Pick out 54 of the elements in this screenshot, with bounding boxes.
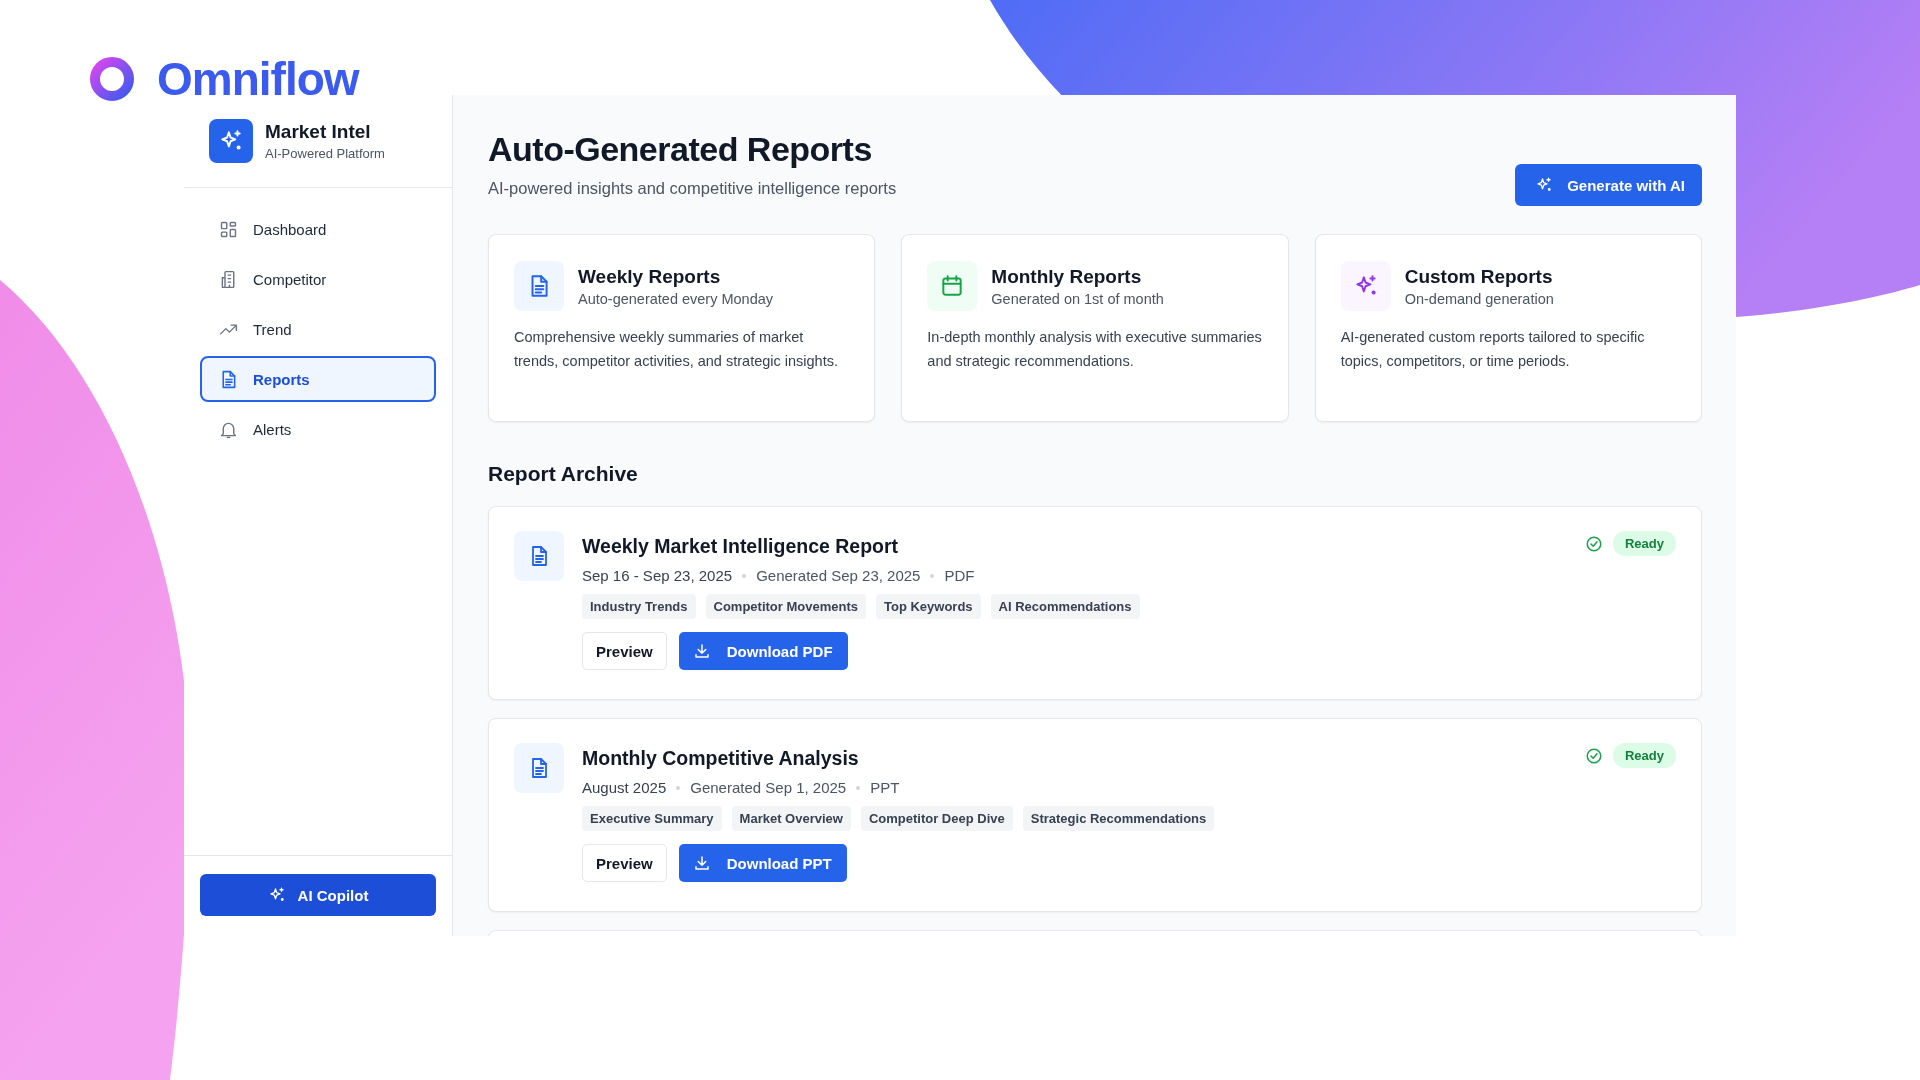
- card-description: AI-generated custom reports tailored to specific topics, competitors, or time periods.: [1340, 328, 1646, 371]
- section-title: Report Archive: [488, 462, 639, 486]
- tag: Top Keywords: [876, 594, 981, 619]
- card-subtitle: Auto-generated every Monday: [578, 290, 774, 307]
- sparkle-icon: [267, 886, 286, 904]
- card-title: Monthly Reports: [991, 265, 1143, 288]
- tag: Market Overview: [731, 806, 851, 831]
- download-button[interactable]: Download PPT: [678, 844, 847, 882]
- sparkle-icon: [1535, 176, 1554, 194]
- tag: Executive Summary: [582, 806, 722, 831]
- tag: AI Recommendations: [990, 594, 1140, 619]
- report-title: Weekly Market Intelligence Report: [582, 535, 900, 558]
- generate-button[interactable]: Generate with AI: [1515, 164, 1702, 206]
- file-format: PDF: [944, 567, 975, 584]
- page-subtitle: AI-powered insights and competitive intelligence reports: [488, 179, 897, 198]
- check-circle-icon: [1584, 534, 1603, 553]
- card-subtitle: On-demand generation: [1404, 290, 1554, 307]
- card-title: Weekly Reports: [578, 265, 722, 288]
- preview-button[interactable]: Preview: [582, 632, 667, 670]
- app-logo-icon: [209, 119, 253, 163]
- ring-logo-icon: [89, 55, 135, 102]
- report-title: Monthly Competitive Analysis: [582, 747, 860, 770]
- nav-item[interactable]: Reports: [200, 356, 436, 402]
- download-icon: [692, 642, 711, 660]
- app-title: Market Intel: [265, 121, 372, 143]
- app-subtitle: AI-Powered Platform: [265, 146, 385, 161]
- report-period: August 2025: [582, 779, 667, 796]
- preview-button[interactable]: Preview: [582, 844, 667, 882]
- file-format: PPT: [870, 779, 900, 796]
- nav-item[interactable]: Trend: [200, 306, 436, 352]
- document-icon: [514, 743, 564, 793]
- card-description: In-depth monthly analysis with executive summaries and strategic recommendations.: [927, 328, 1263, 371]
- generated-date: Generated Sep 23, 2025: [756, 567, 921, 584]
- card-title: Custom Reports: [1404, 265, 1554, 288]
- report-period: Sep 16 - Sep 23, 2025: [582, 567, 733, 584]
- status-badge: Ready: [1612, 743, 1676, 768]
- download-icon: [692, 854, 711, 872]
- tag: Industry Trends: [582, 594, 696, 619]
- generated-date: Generated Sep 1, 2025: [690, 779, 847, 796]
- ai-copilot-button[interactable]: AI Copilot: [200, 874, 436, 916]
- tag: Competitor Deep Dive: [860, 806, 1013, 831]
- card-description: Comprehensive weekly summaries of market trends, competitor activities, and strategic insights.: [514, 328, 839, 371]
- brand-name: Omniflow: [157, 51, 359, 106]
- nav-item[interactable]: Dashboard: [200, 206, 436, 252]
- nav-item[interactable]: Competitor: [200, 256, 436, 302]
- page-title: Auto-Generated Reports: [488, 130, 873, 169]
- card-subtitle: Generated on 1st of month: [991, 290, 1164, 307]
- check-circle-icon: [1584, 746, 1603, 765]
- status-badge: Ready: [1612, 531, 1676, 556]
- tag: Competitor Movements: [705, 594, 866, 619]
- nav-item[interactable]: Alerts: [200, 406, 436, 452]
- document-icon: [514, 531, 564, 581]
- download-button[interactable]: Download PDF: [678, 632, 848, 670]
- tag: Strategic Recommendations: [1022, 806, 1215, 831]
